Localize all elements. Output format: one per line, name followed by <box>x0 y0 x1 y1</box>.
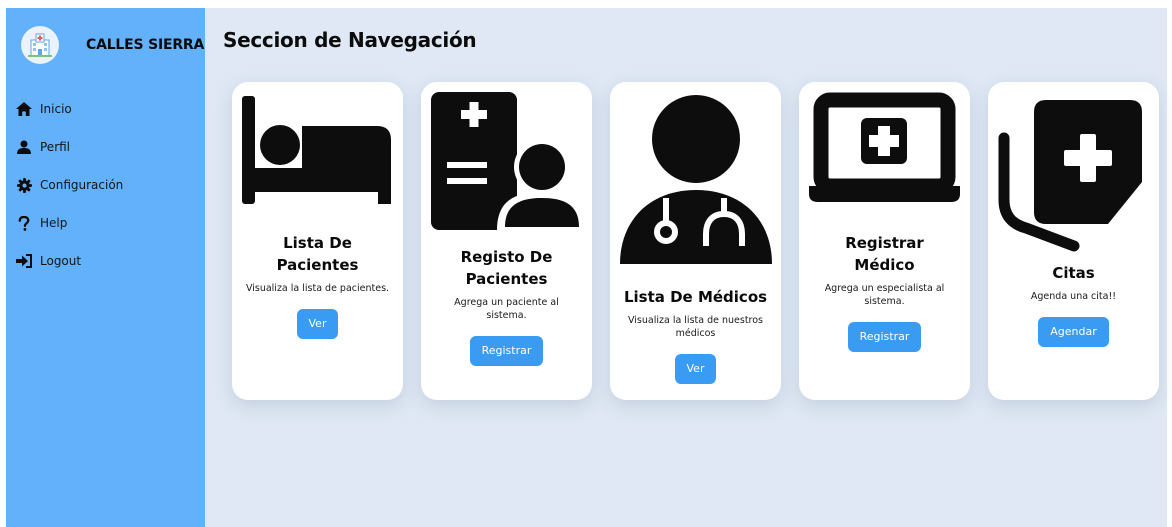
card-lista-medicos: Lista De Médicos Visualiza la lista de n… <box>610 82 781 400</box>
medical-notes-icon <box>998 100 1142 252</box>
sidebar-item-inicio[interactable]: Inicio <box>16 90 123 128</box>
doctor-icon <box>620 95 772 264</box>
registrar-paciente-button[interactable]: Registrar <box>469 336 544 366</box>
card-description: Agenda una cita!! <box>1030 291 1117 302</box>
card-citas: Citas Agenda una cita!! Agendar <box>988 82 1159 400</box>
sidebar-item-label: Logout <box>40 254 82 268</box>
page-title: Seccion de Navegación <box>223 28 477 52</box>
sidebar-item-label: Perfil <box>40 140 71 154</box>
gear-icon <box>16 177 32 193</box>
question-icon <box>16 215 32 231</box>
card-title: Citas <box>1052 264 1095 282</box>
ver-medicos-button[interactable]: Ver <box>674 354 717 384</box>
card-lista-pacientes: Lista De Pacientes Visualiza la lista de… <box>232 82 403 400</box>
card-title: Lista De Pacientes <box>276 234 359 274</box>
card-registrar-medico: Registrar Médico Agrega un especialista … <box>799 82 970 400</box>
agendar-cita-button[interactable]: Agendar <box>1038 317 1109 347</box>
sidebar-item-label: Inicio <box>40 102 72 116</box>
user-icon <box>16 139 32 155</box>
main-content: Seccion de Navegación Lista De Pacientes… <box>205 8 1167 527</box>
brand-name: CALLES SIERRA <box>86 37 205 53</box>
hospital-building-icon <box>21 26 59 64</box>
ver-pacientes-button[interactable]: Ver <box>296 309 339 339</box>
sidebar: CALLES SIERRA Inicio Perfil Configuració… <box>6 8 205 527</box>
sidebar-item-help[interactable]: Help <box>16 204 123 242</box>
sidebar-item-configuracion[interactable]: Configuración <box>16 166 123 204</box>
card-description: Agrega un paciente al sistema. <box>454 297 559 321</box>
sidebar-item-perfil[interactable]: Perfil <box>16 128 123 166</box>
patient-registration-icon <box>431 92 587 230</box>
card-title: Lista De Médicos <box>623 288 768 306</box>
card-description: Visualiza la lista de pacientes. <box>245 283 390 294</box>
card-description: Agrega un especialista al sistema. <box>824 283 945 307</box>
card-title: Registo De Pacientes <box>460 248 553 288</box>
home-icon <box>16 101 32 117</box>
sidebar-item-logout[interactable]: Logout <box>16 242 123 280</box>
card-description: Visualiza la lista de nuestros médicos <box>627 315 764 339</box>
sidebar-item-label: Help <box>40 216 68 230</box>
logout-icon <box>16 253 32 269</box>
sidebar-item-label: Configuración <box>40 178 124 192</box>
card-registro-pacientes: Registo De Pacientes Agrega un paciente … <box>421 82 592 400</box>
registrar-medico-button[interactable]: Registrar <box>847 322 922 352</box>
brand[interactable]: CALLES SIERRA <box>21 26 204 64</box>
sidebar-nav: Inicio Perfil Configuración Help Logout <box>16 90 123 280</box>
card-title: Registrar Médico <box>845 234 924 274</box>
